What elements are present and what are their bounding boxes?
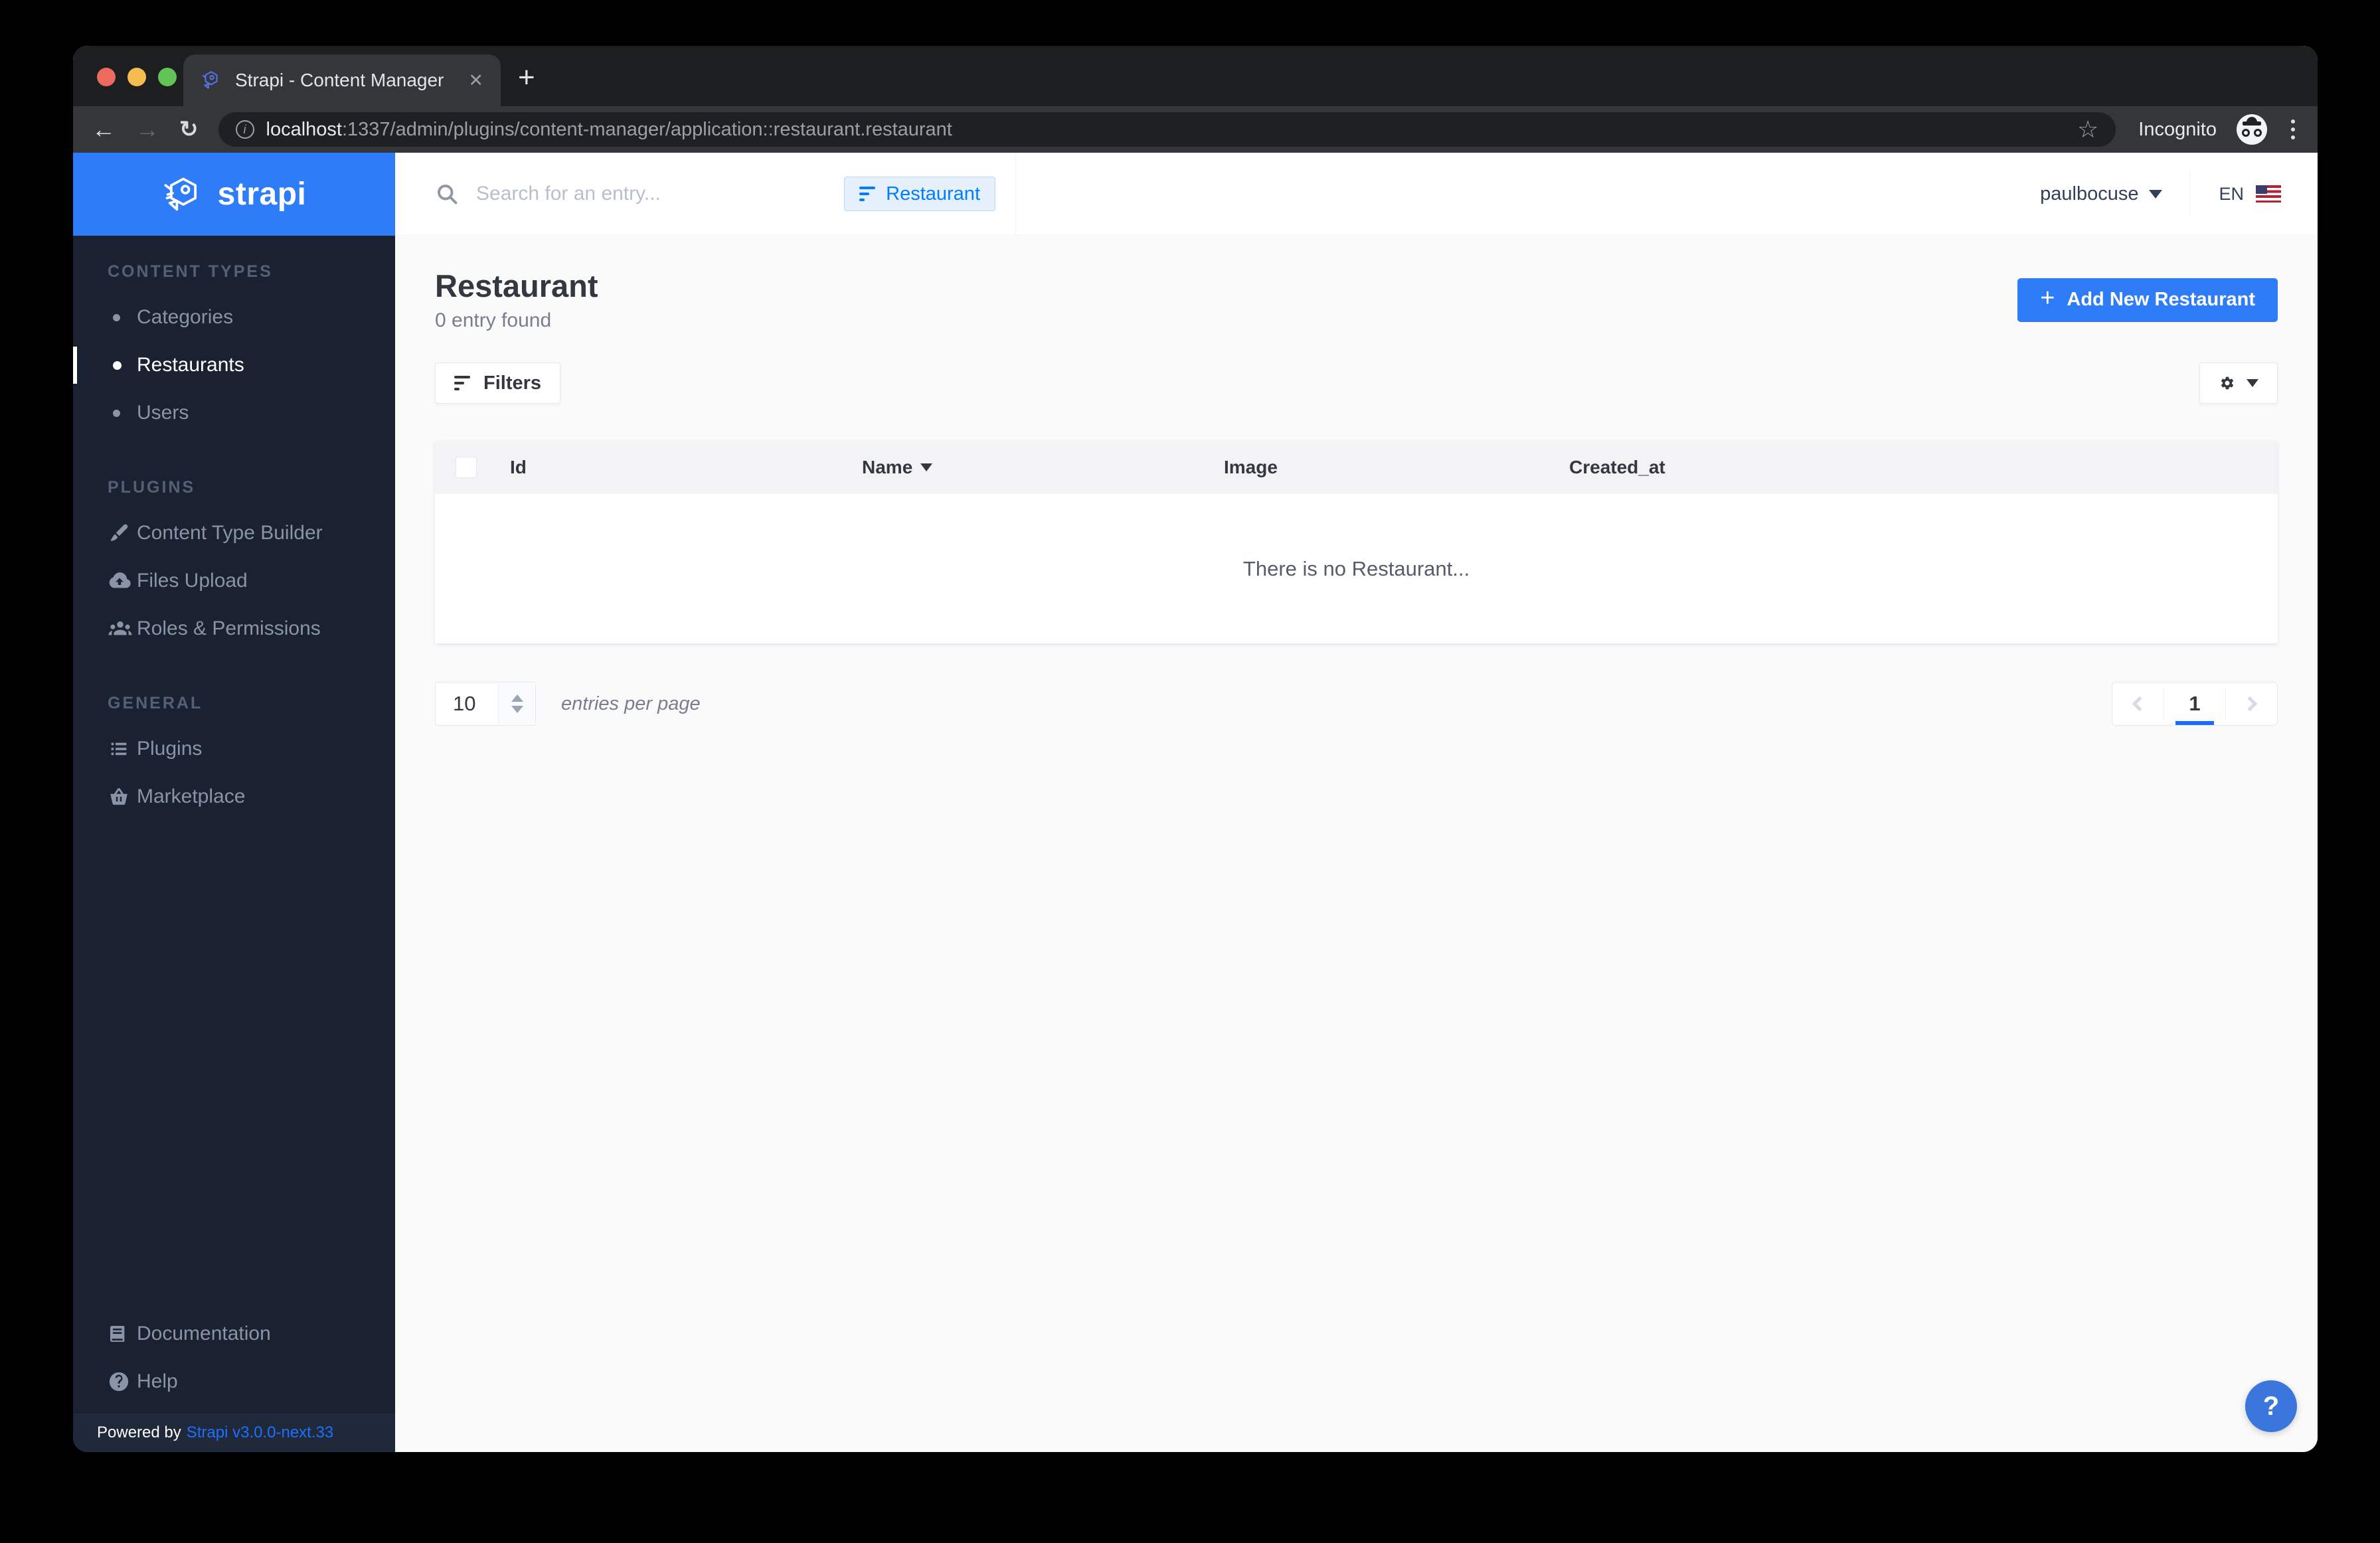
search-icon	[438, 185, 458, 204]
previous-page-button[interactable]	[2112, 683, 2164, 725]
sidebar-item-categories[interactable]: Categories	[73, 293, 395, 341]
search-zone: Restaurant	[395, 153, 1016, 235]
empty-message: There is no Restaurant...	[1242, 556, 1470, 580]
column-header-id[interactable]: Id	[510, 457, 862, 478]
per-page-value: 10	[453, 692, 476, 715]
sidebar-item-restaurants[interactable]: Restaurants	[73, 341, 395, 389]
help-circle-icon	[108, 1370, 137, 1393]
browser-window: Strapi - Content Manager ✕ + ← → ↻ i loc…	[73, 46, 2318, 1452]
pagination: 1	[2112, 682, 2278, 726]
cloud-upload-icon	[108, 569, 137, 593]
bullet-icon	[108, 361, 137, 370]
sidebar-item-marketplace[interactable]: Marketplace	[73, 773, 395, 821]
section-label-content-types: CONTENT TYPES	[108, 262, 273, 281]
chevron-right-icon	[2242, 696, 2257, 712]
select-all-checkbox[interactable]	[456, 457, 477, 478]
bullet-icon	[108, 313, 137, 321]
sidebar-item-users[interactable]: Users	[73, 389, 395, 437]
table-empty-row: There is no Restaurant...	[435, 494, 2278, 643]
bookmark-star-icon[interactable]: ☆	[2077, 116, 2098, 143]
sidebar-item-roles-permissions[interactable]: Roles & Permissions	[73, 605, 395, 653]
sidebar-nav: CONTENT TYPES Categories Restaurants Use…	[73, 236, 395, 1310]
us-flag-icon	[2256, 185, 2281, 203]
powered-by-bar: Powered by Strapi v3.0.0-next.33	[73, 1414, 395, 1452]
page-info-icon[interactable]: i	[235, 120, 254, 139]
reload-icon[interactable]: ↻	[179, 116, 199, 143]
sidebar-item-content-type-builder[interactable]: Content Type Builder	[73, 509, 395, 557]
top-header: Restaurant paulbocuse EN	[395, 153, 2318, 236]
tab-title: Strapi - Content Manager	[235, 70, 444, 90]
new-tab-button[interactable]: +	[518, 61, 535, 94]
entry-count: 0 entry found	[435, 309, 552, 331]
browser-menu-icon[interactable]	[2291, 120, 2295, 139]
content-area: Restaurant 0 entry found + Add New Resta…	[395, 236, 2318, 1452]
chevron-down-icon	[2247, 379, 2258, 387]
entries-table: Id Name Image Created_at There is no Res…	[435, 441, 2278, 643]
brush-icon	[108, 522, 137, 544]
basket-icon	[108, 785, 137, 808]
strapi-favicon-icon	[202, 71, 218, 89]
forward-icon: →	[135, 116, 159, 143]
sidebar: strapi CONTENT TYPES Categories Restaura…	[73, 153, 395, 1452]
active-page-indicator	[2175, 721, 2214, 725]
current-page[interactable]: 1	[2164, 683, 2225, 725]
column-header-created-at[interactable]: Created_at	[1569, 457, 2278, 478]
address-bar[interactable]: i localhost:1337/admin/plugins/content-m…	[218, 112, 2116, 147]
minimize-window-button[interactable]	[128, 68, 146, 86]
incognito-icon	[2237, 114, 2267, 145]
sidebar-item-help[interactable]: Help	[73, 1358, 395, 1406]
close-window-button[interactable]	[97, 68, 116, 86]
section-label-general: GENERAL	[108, 694, 203, 712]
filter-icon	[454, 376, 470, 390]
sidebar-item-plugins[interactable]: Plugins	[73, 725, 395, 773]
sidebar-item-files-upload[interactable]: Files Upload	[73, 557, 395, 605]
incognito-label: Incognito	[2138, 118, 2217, 140]
locale-selector[interactable]: EN	[2219, 184, 2281, 204]
active-indicator	[73, 347, 77, 384]
per-page-label: entries per page	[561, 692, 701, 714]
divider	[2190, 170, 2191, 218]
sidebar-item-documentation[interactable]: Documentation	[73, 1310, 395, 1358]
column-header-image[interactable]: Image	[1224, 457, 1569, 478]
close-tab-icon[interactable]: ✕	[468, 70, 483, 91]
strapi-logo[interactable]: strapi	[73, 153, 395, 236]
next-page-button[interactable]	[2226, 683, 2277, 725]
url-text[interactable]: localhost:1337/admin/plugins/content-man…	[266, 119, 952, 141]
plus-icon: +	[2040, 284, 2055, 312]
section-label-plugins: PLUGINS	[108, 478, 196, 497]
chevron-down-icon	[2149, 189, 2163, 199]
table-settings-button[interactable]	[2199, 363, 2278, 404]
browser-tab[interactable]: Strapi - Content Manager ✕	[183, 54, 501, 106]
list-icon	[108, 738, 137, 760]
page-title: Restaurant	[435, 268, 598, 303]
gear-icon	[2221, 376, 2234, 390]
bullet-icon	[108, 409, 137, 417]
users-icon	[108, 616, 137, 641]
sort-desc-icon	[920, 463, 933, 471]
brand-name: strapi	[217, 177, 307, 212]
strapi-version-link[interactable]: Strapi v3.0.0-next.33	[187, 1423, 333, 1442]
add-new-restaurant-button[interactable]: + Add New Restaurant	[2017, 278, 2278, 322]
entries-per-page-select[interactable]: 10	[435, 682, 536, 726]
spinner-arrows-icon[interactable]	[498, 683, 535, 725]
browser-toolbar: ← → ↻ i localhost:1337/admin/plugins/con…	[73, 106, 2318, 153]
table-header-row: Id Name Image Created_at	[435, 441, 2278, 494]
help-fab-button[interactable]: ?	[2245, 1380, 2297, 1432]
search-input[interactable]	[476, 183, 827, 205]
filters-button[interactable]: Filters	[435, 363, 561, 404]
book-icon	[108, 1323, 137, 1344]
browser-tabstrip: Strapi - Content Manager ✕ +	[73, 46, 2318, 106]
traffic-lights	[97, 68, 177, 86]
filter-icon	[859, 187, 876, 201]
strapi-rocket-icon	[164, 177, 197, 210]
chevron-left-icon	[2132, 696, 2148, 712]
restaurant-filter-chip[interactable]: Restaurant	[844, 177, 995, 211]
user-menu[interactable]: paulbocuse	[2040, 183, 2163, 205]
maximize-window-button[interactable]	[158, 68, 177, 86]
column-header-name[interactable]: Name	[862, 457, 1224, 478]
powered-by-text: Powered by	[97, 1423, 181, 1441]
sidebar-bottom-links: Documentation Help	[73, 1310, 395, 1414]
back-icon[interactable]: ←	[92, 118, 116, 141]
